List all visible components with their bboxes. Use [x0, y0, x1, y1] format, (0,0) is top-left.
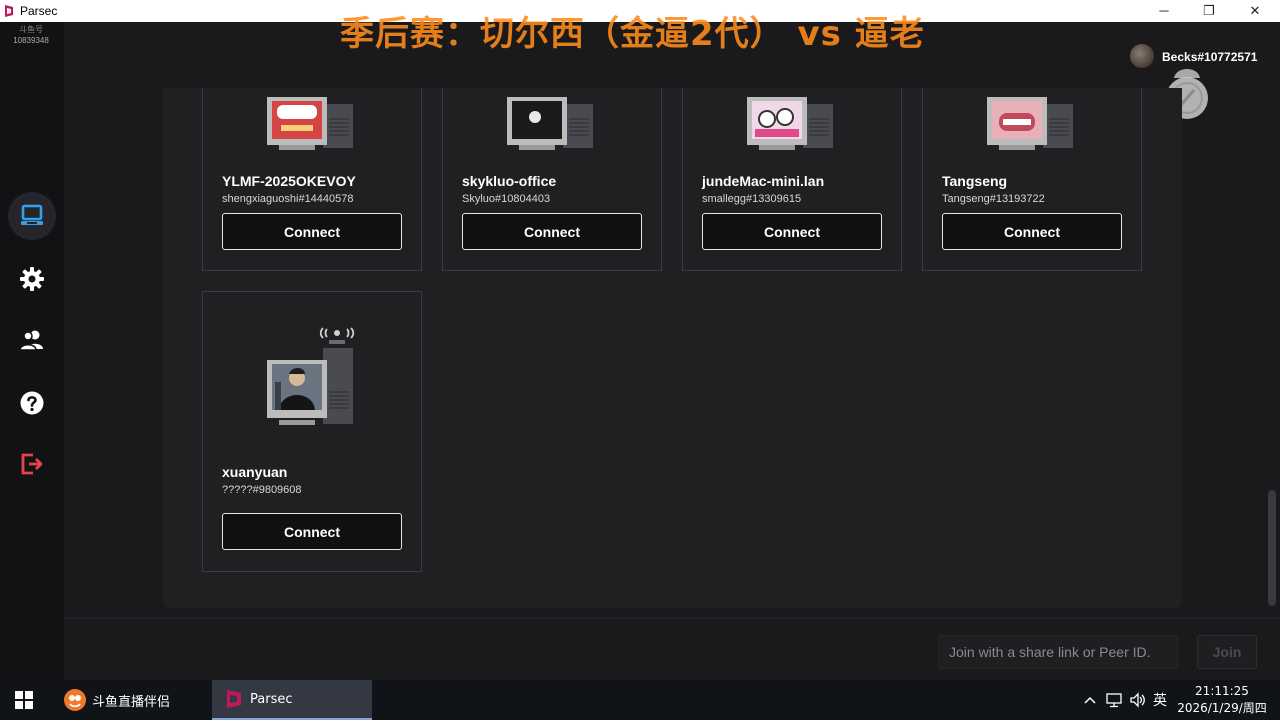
stream-overlay-headline: 季后赛：切尔西（金逼2代） vs 逼老 [340, 14, 925, 54]
computer-thumbnail-icon [747, 97, 833, 150]
window-title: Parsec [20, 4, 58, 18]
connect-button[interactable]: Connect [222, 513, 402, 550]
gear-icon [20, 267, 44, 291]
computer-card: YLMF-2025OKEVOY shengxiaguoshi#14440578 … [202, 88, 422, 271]
avatar[interactable] [1130, 44, 1154, 68]
clock-date: 2026/1/29/周四 [1177, 701, 1267, 715]
douyu-app-icon [64, 689, 86, 711]
connect-button[interactable]: Connect [702, 213, 882, 250]
tray-overflow-button[interactable] [1083, 680, 1097, 720]
taskbar-app-parsec[interactable]: Parsec [212, 680, 372, 720]
computer-thumbnail-icon [987, 97, 1073, 150]
maximize-button[interactable]: ❐ [1186, 0, 1232, 22]
computers-grid: YLMF-2025OKEVOY shengxiaguoshi#14440578 … [163, 88, 1182, 608]
sidebar-item-friends[interactable] [8, 316, 56, 364]
network-icon [1106, 693, 1122, 708]
computer-peer-id: ?????#9809608 [222, 484, 302, 496]
computer-name: jundeMac-mini.lan [702, 173, 825, 189]
logout-icon [21, 453, 43, 475]
clock-time: 21:11:25 [1195, 684, 1249, 698]
close-button[interactable]: ✕ [1232, 0, 1278, 22]
sidebar-item-help[interactable] [8, 379, 56, 427]
computer-peer-id: smallegg#13309615 [702, 193, 802, 205]
chevron-up-icon [1084, 696, 1096, 704]
sidebar-item-logout[interactable] [8, 440, 56, 488]
windows-icon [15, 691, 33, 709]
taskbar-clock[interactable]: 21:11:25 2026/1/29/周四 [1172, 683, 1272, 717]
start-button[interactable] [0, 680, 48, 720]
taskbar: 斗鱼直播伴侣 Parsec 英 21:11:25 2026/1/29/周四 [0, 680, 1280, 720]
computer-name: Tangseng [942, 173, 1008, 189]
computer-name: xuanyuan [222, 464, 288, 480]
sidebar-item-computers[interactable] [8, 192, 56, 240]
scrollbar[interactable] [1268, 490, 1276, 606]
stream-room-number: 10839348 [13, 36, 49, 45]
computer-icon [21, 204, 43, 225]
join-peer-input[interactable] [938, 635, 1178, 669]
parsec-logo-icon [5, 5, 13, 17]
minimize-button[interactable]: ─ [1141, 0, 1187, 22]
computer-card: skykluo-office Skyluo#10804403 Connect [442, 88, 662, 271]
computer-thumbnail-icon [507, 97, 593, 150]
ime-indicator[interactable]: 英 [1153, 680, 1167, 720]
computer-name: skykluo-office [462, 173, 557, 189]
join-button[interactable]: Join [1197, 635, 1257, 669]
computer-thumbnail-icon [267, 327, 355, 425]
computer-name: YLMF-2025OKEVOY [222, 173, 356, 189]
connect-button[interactable]: Connect [942, 213, 1122, 250]
stream-room-badge: 斗鱼号 10839348 [10, 24, 52, 50]
connect-button[interactable]: Connect [462, 213, 642, 250]
computer-peer-id: Tangseng#13193722 [942, 193, 1045, 205]
sidebar-item-settings[interactable] [8, 255, 56, 303]
speaker-icon [1130, 692, 1145, 708]
stream-room-label: 斗鱼号 [19, 25, 43, 34]
sidebar [0, 22, 64, 680]
connect-button[interactable]: Connect [222, 213, 402, 250]
computer-peer-id: shengxiaguoshi#14440578 [222, 193, 354, 205]
computer-peer-id: Skyluo#10804403 [462, 193, 551, 205]
volume-tray-button[interactable] [1129, 680, 1147, 720]
taskbar-app-label: Parsec [250, 691, 293, 707]
users-icon [19, 330, 43, 351]
help-icon [20, 391, 44, 415]
network-tray-button[interactable] [1106, 680, 1124, 720]
taskbar-app-douyu[interactable]: 斗鱼直播伴侣 [56, 680, 208, 720]
computer-thumbnail-icon [267, 97, 353, 150]
computer-card: jundeMac-mini.lan smallegg#13309615 Conn… [682, 88, 902, 271]
computer-card: xuanyuan ?????#9809608 Connect [202, 291, 422, 572]
taskbar-app-label: 斗鱼直播伴侣 [92, 694, 171, 710]
parsec-app-icon [227, 690, 241, 708]
computer-card: Tangseng Tangseng#13193722 Connect [922, 88, 1142, 271]
